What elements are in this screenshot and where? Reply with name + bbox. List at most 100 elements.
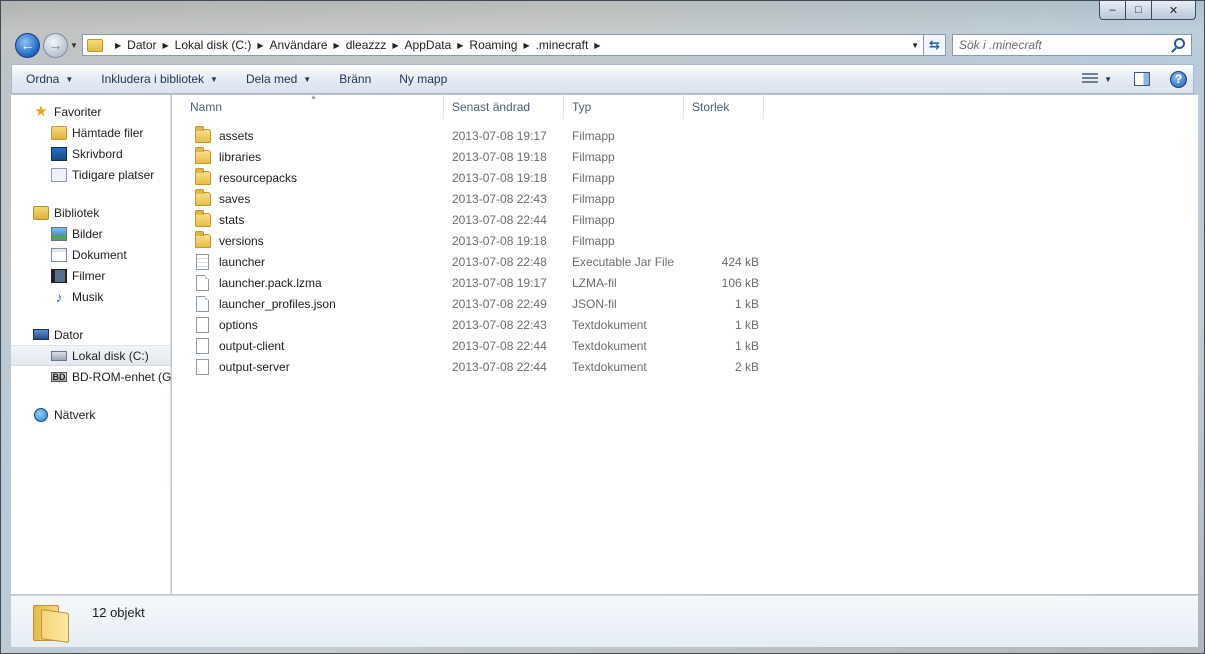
maximize-button[interactable]: □ (1126, 1, 1152, 20)
file-name-cell: versions (182, 230, 444, 248)
file-name-cell: assets (182, 125, 444, 143)
close-button[interactable]: ✕ (1152, 1, 1196, 20)
column-label: Namn (190, 100, 223, 114)
chevron-down-icon: ▼ (70, 40, 78, 50)
chevron-right-icon[interactable]: ▶ (163, 41, 169, 50)
nav-music[interactable]: ♪ Musik (11, 286, 170, 307)
file-type: LZMA-fil (572, 275, 617, 290)
nav-label: Tidigare platser (72, 167, 155, 182)
chevron-right-icon[interactable]: ▶ (115, 41, 121, 50)
arrow-right-icon: → (48, 37, 63, 53)
address-row: ← → ▼ ▶ Dator ▶ Lokal disk (C:) ▶ Använd… (15, 31, 1192, 59)
file-row[interactable]: launcher.pack.lzma 2013-07-08 19:17 LZMA-f… (182, 272, 764, 293)
address-bar[interactable]: ▶ Dator ▶ Lokal disk (C:) ▶ Användare ▶ … (82, 34, 924, 56)
view-options-dropdown[interactable]: ▼ (1104, 75, 1112, 84)
share-with-button[interactable]: Dela med ▼ (232, 65, 325, 93)
new-folder-button[interactable]: Ny mapp (385, 65, 461, 93)
breadcrumb-roaming[interactable]: Roaming (469, 38, 517, 52)
include-in-library-button[interactable]: Inkludera i bibliotek ▼ (87, 65, 232, 93)
file-date: 2013-07-08 19:17 (452, 128, 547, 143)
breadcrumb-appdata[interactable]: AppData (405, 38, 452, 52)
file-name: libraries (219, 149, 262, 164)
search-input[interactable] (959, 38, 1169, 52)
file-row[interactable]: assets 2013-07-08 19:17 Filmapp (182, 125, 764, 146)
burn-button[interactable]: Bränn (325, 65, 385, 93)
file-row[interactable]: launcher 2013-07-08 22:48 Executable Jar F… (182, 251, 764, 272)
file-row[interactable]: launcher_profiles.json 2013-07-08 22:49 JS… (182, 293, 764, 314)
breadcrumb-dator[interactable]: Dator (127, 38, 156, 52)
file-row[interactable]: output-server 2013-07-08 22:44 Textdokumen… (182, 356, 764, 377)
file-row[interactable]: libraries 2013-07-08 19:18 Filmapp (182, 146, 764, 167)
chevron-right-icon[interactable]: ▶ (257, 41, 263, 50)
music-note-icon: ♪ (55, 288, 63, 305)
nav-favorites[interactable]: ★ Favoriter (11, 101, 170, 122)
column-label: Senast ändrad (452, 100, 531, 114)
arrow-left-icon: ← (20, 37, 35, 53)
nav-downloads[interactable]: Hämtade filer (11, 122, 170, 143)
nav-pictures[interactable]: Bilder (11, 223, 170, 244)
file-type: Textdokument (572, 317, 647, 332)
breadcrumb-users[interactable]: Användare (270, 38, 328, 52)
nav-videos[interactable]: Filmer (11, 265, 170, 286)
minimize-button[interactable]: – (1099, 1, 1126, 20)
file-name: output-server (219, 359, 290, 374)
file-row[interactable]: output-client 2013-07-08 22:44 Textdokumen… (182, 335, 764, 356)
nav-documents[interactable]: Dokument (11, 244, 170, 265)
downloads-folder-icon (51, 125, 67, 140)
address-history-dropdown[interactable]: ▼ (911, 41, 919, 50)
chevron-right-icon[interactable]: ▶ (334, 41, 340, 50)
command-bar: Ordna ▼ Inkludera i bibliotek ▼ Dela med… (11, 64, 1194, 94)
nav-local-disk[interactable]: Lokal disk (C:) (11, 345, 170, 366)
nav-bd-rom[interactable]: BD BD-ROM-enhet (G:) (11, 366, 179, 387)
folder-icon (195, 188, 211, 206)
nav-desktop[interactable]: Skrivbord (11, 143, 170, 164)
file-icon (196, 295, 209, 312)
organize-button[interactable]: Ordna ▼ (12, 65, 87, 93)
nav-computer[interactable]: Dator (11, 324, 170, 345)
text-file-icon (196, 358, 209, 375)
recent-pages-button[interactable]: ▼ (68, 41, 80, 50)
folder-icon (33, 605, 69, 643)
chevron-right-icon[interactable]: ▶ (392, 41, 398, 50)
sort-ascending-icon: ▲ (310, 94, 317, 101)
computer-icon (33, 329, 49, 340)
chevron-down-icon: ▼ (303, 74, 312, 84)
file-row[interactable]: versions 2013-07-08 19:18 Filmapp (182, 230, 764, 251)
forward-button[interactable]: → (43, 32, 68, 58)
file-row[interactable]: resourcepacks 2013-07-08 19:18 Filmapp (182, 167, 764, 188)
column-header-date[interactable]: Senast ändrad (444, 95, 564, 119)
file-name: launcher.pack.lzma (219, 275, 322, 290)
file-name-cell: output-client (182, 337, 444, 354)
chevron-right-icon[interactable]: ▶ (594, 41, 600, 50)
file-row[interactable]: options 2013-07-08 22:43 Textdokument 1 kB (182, 314, 764, 335)
breadcrumb-minecraft[interactable]: .minecraft (536, 38, 589, 52)
view-options-icon[interactable] (1082, 73, 1099, 85)
item-count: 12 objekt (92, 605, 145, 620)
help-icon[interactable]: ? (1170, 70, 1187, 88)
preview-pane-icon[interactable] (1134, 72, 1150, 86)
refresh-button[interactable]: ⇆ (924, 34, 946, 56)
chevron-right-icon[interactable]: ▶ (523, 41, 529, 50)
breadcrumb-user[interactable]: dleazzz (346, 38, 387, 52)
column-header-type[interactable]: Typ (564, 95, 684, 119)
nav-recent-places[interactable]: Tidigare platser (11, 164, 170, 185)
text-file-icon (196, 316, 209, 333)
chevron-right-icon[interactable]: ▶ (457, 41, 463, 50)
file-list: assets 2013-07-08 19:17 Filmapp libraries 20… (182, 125, 764, 377)
nav-label: Hämtade filer (72, 125, 144, 140)
column-header-name[interactable]: ▲ Namn (182, 94, 444, 119)
chevron-down-icon: ▼ (210, 74, 218, 84)
file-row[interactable]: saves 2013-07-08 22:43 Filmapp (182, 188, 764, 209)
column-header-size[interactable]: Storlek (684, 95, 764, 119)
breadcrumb-local-disk[interactable]: Lokal disk (C:) (175, 38, 252, 52)
file-size: 1 kB (734, 317, 759, 332)
back-button[interactable]: ← (15, 32, 40, 58)
nav-network[interactable]: Nätverk (11, 404, 170, 425)
file-row[interactable]: stats 2013-07-08 22:44 Filmapp (182, 209, 764, 230)
nav-libraries[interactable]: Bibliotek (11, 202, 170, 223)
search-icon[interactable] (1174, 38, 1185, 49)
file-name: launcher (219, 254, 266, 269)
nav-label: Favoriter (54, 104, 102, 119)
network-icon (34, 407, 48, 422)
folder-icon (195, 230, 211, 248)
